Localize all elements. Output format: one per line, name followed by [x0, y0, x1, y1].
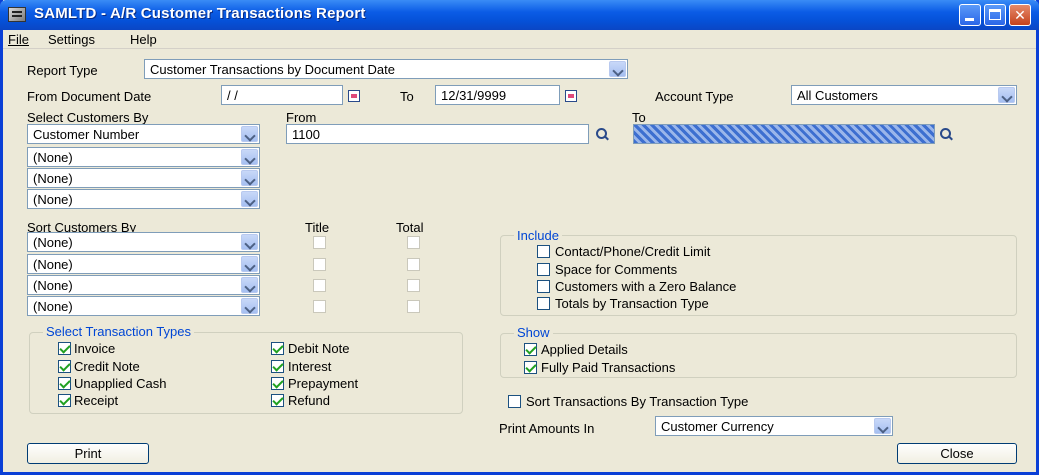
- interest-checkbox[interactable]: [271, 360, 284, 373]
- interest-label: Interest: [288, 359, 332, 374]
- print-amounts-label: Print Amounts In: [499, 421, 595, 436]
- select-customers-by-label: Select Customers By: [27, 110, 149, 125]
- title-column-label: Title: [305, 220, 330, 235]
- menu-file[interactable]: File: [8, 32, 29, 47]
- account-type-label: Account Type: [655, 89, 734, 104]
- report-window: SAMLTD - A/R Customer Transactions Repor…: [0, 0, 1039, 475]
- chevron-down-icon[interactable]: [874, 418, 891, 434]
- sort-2-title-checkbox[interactable]: [313, 258, 326, 271]
- sort-4-total-checkbox[interactable]: [407, 300, 420, 313]
- calendar-icon[interactable]: [348, 90, 360, 102]
- print-button[interactable]: Print: [27, 443, 149, 464]
- print-amounts-select[interactable]: Customer Currency: [655, 416, 893, 436]
- sort-3-total-checkbox[interactable]: [407, 279, 420, 292]
- sort-4-title-checkbox[interactable]: [313, 300, 326, 313]
- maximize-button[interactable]: [984, 4, 1006, 26]
- to-label: To: [632, 110, 646, 125]
- include-zero-balance-checkbox[interactable]: [537, 280, 550, 293]
- transaction-types-title: Select Transaction Types: [43, 324, 195, 339]
- chevron-down-icon[interactable]: [241, 277, 258, 293]
- report-type-select[interactable]: Customer Transactions by Document Date: [144, 59, 628, 79]
- include-contact-label: Contact/Phone/Credit Limit: [555, 244, 711, 259]
- show-group-title: Show: [514, 325, 553, 340]
- chevron-down-icon[interactable]: [998, 87, 1015, 103]
- include-comments-checkbox[interactable]: [537, 263, 550, 276]
- calendar-icon[interactable]: [565, 90, 577, 102]
- sort-2-total-checkbox[interactable]: [407, 258, 420, 271]
- menu-bar: File Settings Help: [3, 30, 1036, 49]
- maximize-icon: [989, 9, 1001, 20]
- include-contact-checkbox[interactable]: [537, 245, 550, 258]
- debit-note-checkbox[interactable]: [271, 342, 284, 355]
- credit-note-checkbox[interactable]: [58, 360, 71, 373]
- account-type-select[interactable]: All Customers: [791, 85, 1017, 105]
- menu-help[interactable]: Help: [130, 32, 157, 47]
- include-totals-label: Totals by Transaction Type: [555, 296, 709, 311]
- receipt-label: Receipt: [74, 393, 119, 408]
- receipt-checkbox[interactable]: [58, 394, 71, 407]
- app-icon: [8, 7, 26, 22]
- prepayment-checkbox[interactable]: [271, 377, 284, 390]
- unapplied-cash-label: Unapplied Cash: [74, 376, 167, 391]
- report-type-label: Report Type: [27, 63, 98, 78]
- sort-by-field-3[interactable]: (None): [27, 275, 260, 295]
- sort-1-total-checkbox[interactable]: [407, 236, 420, 249]
- applied-details-checkbox[interactable]: [524, 343, 537, 356]
- minimize-button[interactable]: [959, 4, 981, 26]
- chevron-down-icon[interactable]: [241, 256, 258, 272]
- search-icon[interactable]: [596, 128, 610, 142]
- select-to-input[interactable]: [633, 124, 935, 144]
- prepayment-label: Prepayment: [288, 376, 359, 391]
- unapplied-cash-checkbox[interactable]: [58, 377, 71, 390]
- include-totals-checkbox[interactable]: [537, 297, 550, 310]
- fully-paid-checkbox[interactable]: [524, 361, 537, 374]
- search-icon[interactable]: [940, 128, 954, 142]
- total-column-label: Total: [396, 220, 424, 235]
- sort-by-field-2[interactable]: (None): [27, 254, 260, 274]
- to-date-label: To: [400, 89, 414, 104]
- menu-settings[interactable]: Settings: [48, 32, 95, 47]
- include-zero-balance-label: Customers with a Zero Balance: [555, 279, 737, 294]
- refund-label: Refund: [288, 393, 330, 408]
- close-icon: ✕: [1014, 7, 1026, 23]
- sort-by-field-1[interactable]: (None): [27, 232, 260, 252]
- select-by-field-2[interactable]: (None): [27, 147, 260, 167]
- select-by-field-3[interactable]: (None): [27, 168, 260, 188]
- chevron-down-icon[interactable]: [241, 234, 258, 250]
- chevron-down-icon[interactable]: [241, 191, 258, 207]
- fully-paid-label: Fully Paid Transactions: [541, 360, 676, 375]
- window-title: SAMLTD - A/R Customer Transactions Repor…: [34, 5, 366, 22]
- close-button[interactable]: Close: [897, 443, 1017, 464]
- chevron-down-icon[interactable]: [241, 170, 258, 186]
- debit-note-label: Debit Note: [288, 341, 350, 356]
- from-document-date-input[interactable]: / /: [221, 85, 343, 105]
- select-by-field-4[interactable]: (None): [27, 189, 260, 209]
- credit-note-label: Credit Note: [74, 359, 140, 374]
- include-group-title: Include: [514, 228, 562, 243]
- minimize-icon: [965, 18, 974, 21]
- sort-transactions-checkbox[interactable]: [508, 395, 521, 408]
- sort-transactions-label: Sort Transactions By Transaction Type: [526, 394, 749, 409]
- select-from-input[interactable]: 1100: [286, 124, 589, 144]
- sort-3-title-checkbox[interactable]: [313, 279, 326, 292]
- invoice-label: Invoice: [74, 341, 116, 356]
- close-window-button[interactable]: ✕: [1009, 4, 1031, 26]
- to-document-date-input[interactable]: 12/31/9999: [435, 85, 560, 105]
- sort-by-field-4[interactable]: (None): [27, 296, 260, 316]
- chevron-down-icon[interactable]: [241, 298, 258, 314]
- refund-checkbox[interactable]: [271, 394, 284, 407]
- include-comments-label: Space for Comments: [555, 262, 678, 277]
- applied-details-label: Applied Details: [541, 342, 628, 357]
- title-bar[interactable]: SAMLTD - A/R Customer Transactions Repor…: [0, 0, 1039, 30]
- chevron-down-icon[interactable]: [609, 61, 626, 77]
- from-label: From: [286, 110, 317, 125]
- from-document-date-label: From Document Date: [27, 89, 152, 104]
- chevron-down-icon[interactable]: [241, 126, 258, 142]
- select-by-field-1[interactable]: Customer Number: [27, 124, 260, 144]
- chevron-down-icon[interactable]: [241, 149, 258, 165]
- sort-1-title-checkbox[interactable]: [313, 236, 326, 249]
- invoice-checkbox[interactable]: [58, 342, 71, 355]
